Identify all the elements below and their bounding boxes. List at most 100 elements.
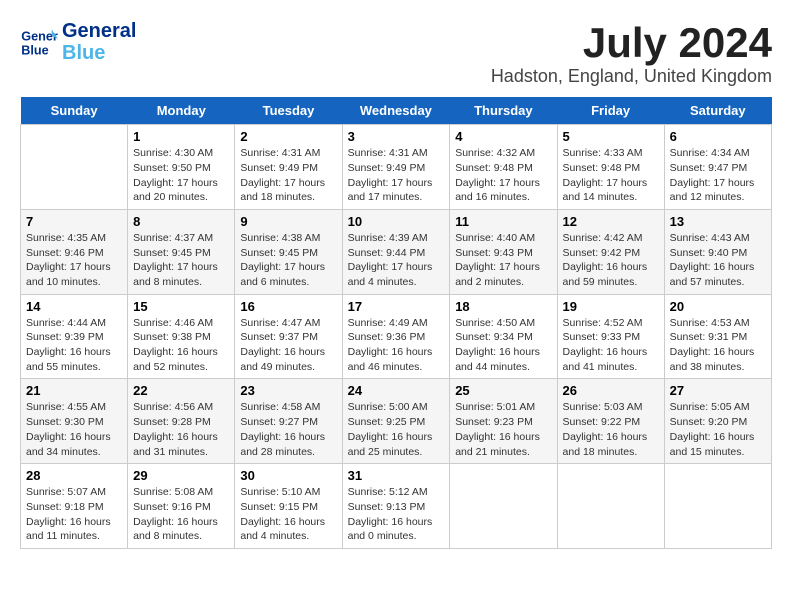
cell-info: Sunrise: 4:47 AM Sunset: 9:37 PM Dayligh… — [240, 316, 336, 375]
date-number: 31 — [348, 468, 445, 483]
calendar-cell — [21, 125, 128, 210]
week-row-3: 14Sunrise: 4:44 AM Sunset: 9:39 PM Dayli… — [21, 294, 772, 379]
date-number: 5 — [563, 129, 659, 144]
calendar-cell: 31 Sunrise: 5:12 AM Sunset: 9:13 PM Dayli… — [342, 464, 450, 549]
day-header-thursday: Thursday — [450, 97, 557, 125]
calendar-cell: 5 Sunrise: 4:33 AM Sunset: 9:48 PM Daylig… — [557, 125, 664, 210]
week-row-4: 21 Sunrise: 4:55 AM Sunset: 9:30 PM Dayli… — [21, 379, 772, 464]
cell-info: Sunrise: 5:08 AM Sunset: 9:16 PM Dayligh… — [133, 485, 229, 544]
calendar-cell: 1Sunrise: 4:30 AM Sunset: 9:50 PM Daylig… — [128, 125, 235, 210]
cell-info: Sunrise: 4:56 AM Sunset: 9:28 PM Dayligh… — [133, 400, 229, 459]
cell-info: Sunrise: 5:12 AM Sunset: 9:13 PM Dayligh… — [348, 485, 445, 544]
calendar-cell: 11Sunrise: 4:40 AM Sunset: 9:43 PM Dayli… — [450, 209, 557, 294]
day-header-sunday: Sunday — [21, 97, 128, 125]
cell-info: Sunrise: 4:42 AM Sunset: 9:42 PM Dayligh… — [563, 231, 659, 290]
calendar-cell: 6 Sunrise: 4:34 AM Sunset: 9:47 PM Daylig… — [664, 125, 771, 210]
cell-info: Sunrise: 5:03 AM Sunset: 9:22 PM Dayligh… — [563, 400, 659, 459]
logo-line1: General — [62, 20, 136, 42]
week-row-2: 7 Sunrise: 4:35 AM Sunset: 9:46 PM Daylig… — [21, 209, 772, 294]
cell-info: Sunrise: 4:58 AM Sunset: 9:27 PM Dayligh… — [240, 400, 336, 459]
date-number: 26 — [563, 383, 659, 398]
calendar-cell: 4Sunrise: 4:32 AM Sunset: 9:48 PM Daylig… — [450, 125, 557, 210]
calendar-cell: 7 Sunrise: 4:35 AM Sunset: 9:46 PM Daylig… — [21, 209, 128, 294]
calendar-cell: 24 Sunrise: 5:00 AM Sunset: 9:25 PM Dayli… — [342, 379, 450, 464]
calendar-cell: 3 Sunrise: 4:31 AM Sunset: 9:49 PM Daylig… — [342, 125, 450, 210]
date-number: 27 — [670, 383, 766, 398]
date-number: 9 — [240, 214, 336, 229]
cell-info: Sunrise: 4:52 AM Sunset: 9:33 PM Dayligh… — [563, 316, 659, 375]
date-number: 11 — [455, 214, 551, 229]
date-number: 19 — [563, 299, 659, 314]
cell-info: Sunrise: 4:31 AM Sunset: 9:49 PM Dayligh… — [348, 146, 445, 205]
day-header-wednesday: Wednesday — [342, 97, 450, 125]
calendar-table: SundayMondayTuesdayWednesdayThursdayFrid… — [20, 97, 772, 549]
cell-info: Sunrise: 4:34 AM Sunset: 9:47 PM Dayligh… — [670, 146, 766, 205]
calendar-cell: 17 Sunrise: 4:49 AM Sunset: 9:36 PM Dayli… — [342, 294, 450, 379]
cell-info: Sunrise: 5:10 AM Sunset: 9:15 PM Dayligh… — [240, 485, 336, 544]
date-number: 29 — [133, 468, 229, 483]
date-number: 20 — [670, 299, 766, 314]
calendar-cell: 14Sunrise: 4:44 AM Sunset: 9:39 PM Dayli… — [21, 294, 128, 379]
date-number: 17 — [348, 299, 445, 314]
date-number: 1 — [133, 129, 229, 144]
calendar-cell: 16 Sunrise: 4:47 AM Sunset: 9:37 PM Dayli… — [235, 294, 342, 379]
day-header-tuesday: Tuesday — [235, 97, 342, 125]
calendar-cell: 29 Sunrise: 5:08 AM Sunset: 9:16 PM Dayli… — [128, 464, 235, 549]
cell-info: Sunrise: 4:46 AM Sunset: 9:38 PM Dayligh… — [133, 316, 229, 375]
date-number: 14 — [26, 299, 122, 314]
cell-info: Sunrise: 4:33 AM Sunset: 9:48 PM Dayligh… — [563, 146, 659, 205]
date-number: 2 — [240, 129, 336, 144]
calendar-cell: 2 Sunrise: 4:31 AM Sunset: 9:49 PM Daylig… — [235, 125, 342, 210]
cell-info: Sunrise: 4:35 AM Sunset: 9:46 PM Dayligh… — [26, 231, 122, 290]
calendar-cell: 19 Sunrise: 4:52 AM Sunset: 9:33 PM Dayli… — [557, 294, 664, 379]
calendar-body: 1Sunrise: 4:30 AM Sunset: 9:50 PM Daylig… — [21, 125, 772, 549]
location-subtitle: Hadston, England, United Kingdom — [491, 66, 772, 87]
cell-info: Sunrise: 5:05 AM Sunset: 9:20 PM Dayligh… — [670, 400, 766, 459]
calendar-cell: 18 Sunrise: 4:50 AM Sunset: 9:34 PM Dayli… — [450, 294, 557, 379]
week-row-5: 28 Sunrise: 5:07 AM Sunset: 9:18 PM Dayli… — [21, 464, 772, 549]
date-number: 13 — [670, 214, 766, 229]
cell-info: Sunrise: 5:01 AM Sunset: 9:23 PM Dayligh… — [455, 400, 551, 459]
date-number: 24 — [348, 383, 445, 398]
cell-info: Sunrise: 4:53 AM Sunset: 9:31 PM Dayligh… — [670, 316, 766, 375]
cell-info: Sunrise: 4:49 AM Sunset: 9:36 PM Dayligh… — [348, 316, 445, 375]
date-number: 3 — [348, 129, 445, 144]
cell-info: Sunrise: 4:31 AM Sunset: 9:49 PM Dayligh… — [240, 146, 336, 205]
cell-info: Sunrise: 4:32 AM Sunset: 9:48 PM Dayligh… — [455, 146, 551, 205]
calendar-cell: 10 Sunrise: 4:39 AM Sunset: 9:44 PM Dayli… — [342, 209, 450, 294]
calendar-cell: 30 Sunrise: 5:10 AM Sunset: 9:15 PM Dayli… — [235, 464, 342, 549]
calendar-cell: 20 Sunrise: 4:53 AM Sunset: 9:31 PM Dayli… — [664, 294, 771, 379]
date-number: 30 — [240, 468, 336, 483]
cell-info: Sunrise: 4:50 AM Sunset: 9:34 PM Dayligh… — [455, 316, 551, 375]
svg-text:Blue: Blue — [21, 44, 48, 58]
date-number: 15 — [133, 299, 229, 314]
week-row-1: 1Sunrise: 4:30 AM Sunset: 9:50 PM Daylig… — [21, 125, 772, 210]
date-number: 21 — [26, 383, 122, 398]
cell-info: Sunrise: 4:38 AM Sunset: 9:45 PM Dayligh… — [240, 231, 336, 290]
cell-info: Sunrise: 5:00 AM Sunset: 9:25 PM Dayligh… — [348, 400, 445, 459]
calendar-cell: 23 Sunrise: 4:58 AM Sunset: 9:27 PM Dayli… — [235, 379, 342, 464]
calendar-cell: 25Sunrise: 5:01 AM Sunset: 9:23 PM Dayli… — [450, 379, 557, 464]
calendar-cell — [664, 464, 771, 549]
calendar-cell: 15 Sunrise: 4:46 AM Sunset: 9:38 PM Dayli… — [128, 294, 235, 379]
cell-info: Sunrise: 4:55 AM Sunset: 9:30 PM Dayligh… — [26, 400, 122, 459]
date-number: 28 — [26, 468, 122, 483]
date-number: 23 — [240, 383, 336, 398]
calendar-cell: 12 Sunrise: 4:42 AM Sunset: 9:42 PM Dayli… — [557, 209, 664, 294]
logo-line2: Blue — [62, 42, 136, 64]
calendar-header-row: SundayMondayTuesdayWednesdayThursdayFrid… — [21, 97, 772, 125]
date-number: 16 — [240, 299, 336, 314]
date-number: 18 — [455, 299, 551, 314]
calendar-cell: 21 Sunrise: 4:55 AM Sunset: 9:30 PM Dayli… — [21, 379, 128, 464]
logo: General Blue General Blue — [20, 20, 136, 64]
date-number: 10 — [348, 214, 445, 229]
day-header-saturday: Saturday — [664, 97, 771, 125]
date-number: 7 — [26, 214, 122, 229]
date-number: 12 — [563, 214, 659, 229]
cell-info: Sunrise: 4:39 AM Sunset: 9:44 PM Dayligh… — [348, 231, 445, 290]
cell-info: Sunrise: 4:37 AM Sunset: 9:45 PM Dayligh… — [133, 231, 229, 290]
cell-info: Sunrise: 5:07 AM Sunset: 9:18 PM Dayligh… — [26, 485, 122, 544]
month-year-title: July 2024 — [491, 20, 772, 66]
calendar-cell: 13Sunrise: 4:43 AM Sunset: 9:40 PM Dayli… — [664, 209, 771, 294]
date-number: 6 — [670, 129, 766, 144]
